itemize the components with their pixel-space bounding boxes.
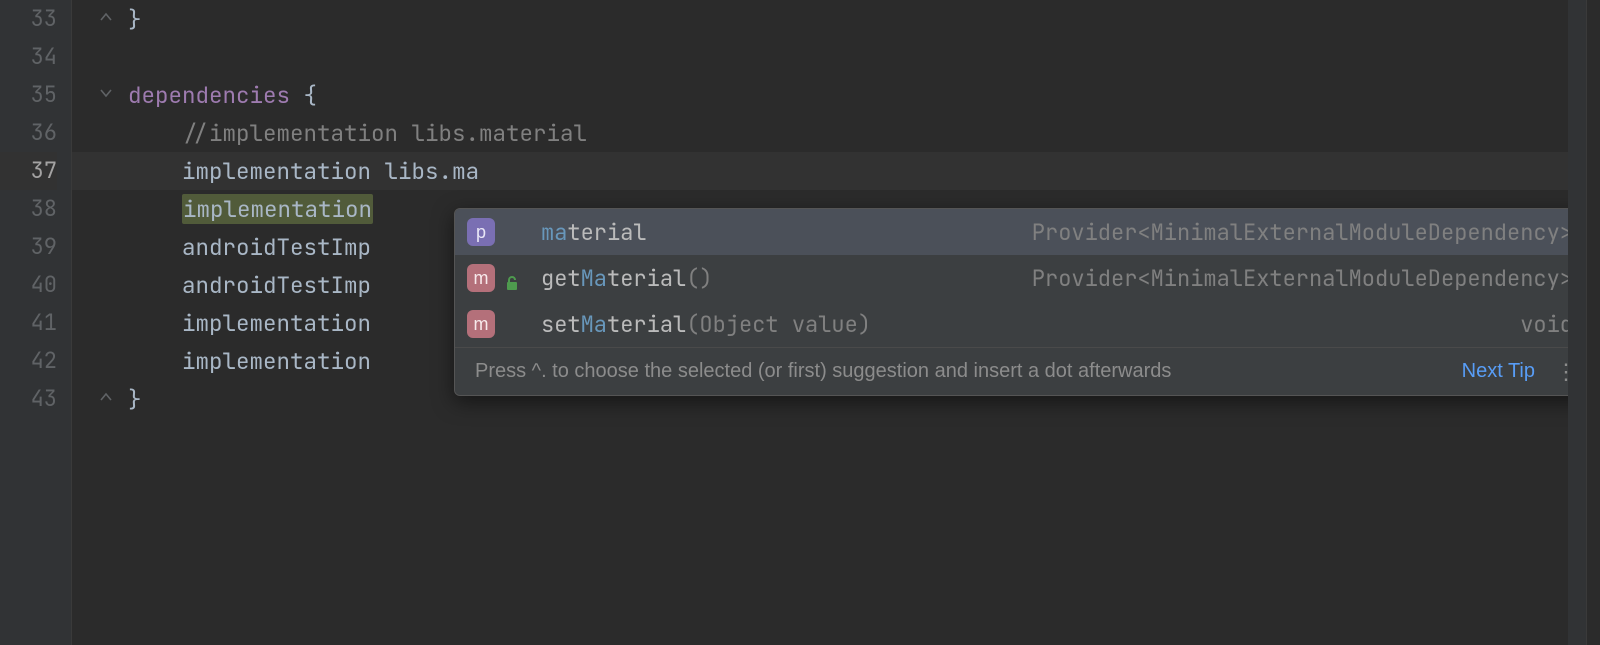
fold-end-icon[interactable] — [98, 11, 114, 27]
line-number[interactable]: 36 — [0, 114, 57, 152]
line-number[interactable]: 38 — [0, 190, 57, 228]
method-icon: m — [467, 310, 495, 338]
property-icon: p — [467, 218, 495, 246]
code-completion-popup[interactable]: p material Provider<MinimalExternalModuleD… — [454, 208, 1594, 396]
right-gutter-stripe — [1568, 0, 1586, 645]
completion-label: setMaterial(Object value) — [541, 310, 1508, 339]
code-area[interactable]: } dependencies { //implementation libs.ma… — [72, 0, 1600, 645]
line-number[interactable]: 34 — [0, 38, 57, 76]
code-line[interactable]: dependencies { — [72, 76, 1600, 114]
line-number[interactable]: 42 — [0, 342, 57, 380]
code-line[interactable]: } — [72, 0, 1600, 38]
line-number[interactable]: 41 — [0, 304, 57, 342]
public-access-icon — [505, 269, 523, 287]
code-line[interactable]: implementation libs.ma — [72, 152, 1600, 190]
vertical-scrollbar[interactable] — [1586, 0, 1600, 645]
next-tip-link[interactable]: Next Tip — [1462, 360, 1535, 383]
line-number[interactable]: 40 — [0, 266, 57, 304]
completion-item[interactable]: m getMaterial() Provider<MinimalExternalMo… — [455, 255, 1593, 301]
line-number[interactable]: 39 — [0, 228, 57, 266]
fold-end-icon[interactable] — [98, 391, 114, 407]
completion-item[interactable]: m setMaterial(Object value) void — [455, 301, 1593, 347]
code-line[interactable] — [72, 38, 1600, 76]
completion-type: void — [1520, 310, 1573, 339]
line-number[interactable]: 37 — [0, 152, 57, 190]
line-number[interactable]: 33 — [0, 0, 57, 38]
fold-start-icon[interactable] — [98, 87, 114, 103]
completion-hint: Press ^. to choose the selected (or firs… — [475, 360, 1462, 383]
completion-list[interactable]: p material Provider<MinimalExternalModuleD… — [455, 209, 1593, 347]
method-icon: m — [467, 264, 495, 292]
completion-item[interactable]: p material Provider<MinimalExternalModuleD… — [455, 209, 1593, 255]
editor-root: 3334353637383940414243 } dependencies { /… — [0, 0, 1600, 645]
completion-footer: Press ^. to choose the selected (or firs… — [455, 347, 1593, 395]
completion-type: Provider<MinimalExternalModuleDependency… — [1032, 264, 1573, 293]
completion-label: getMaterial() — [541, 264, 1020, 293]
completion-label: material — [541, 218, 1020, 247]
code-line[interactable]: //implementation libs.material — [72, 114, 1600, 152]
completion-type: Provider<MinimalExternalModuleDependency… — [1032, 218, 1573, 247]
line-number-gutter[interactable]: 3334353637383940414243 — [0, 0, 72, 645]
line-number[interactable]: 35 — [0, 76, 57, 114]
line-number[interactable]: 43 — [0, 380, 57, 418]
